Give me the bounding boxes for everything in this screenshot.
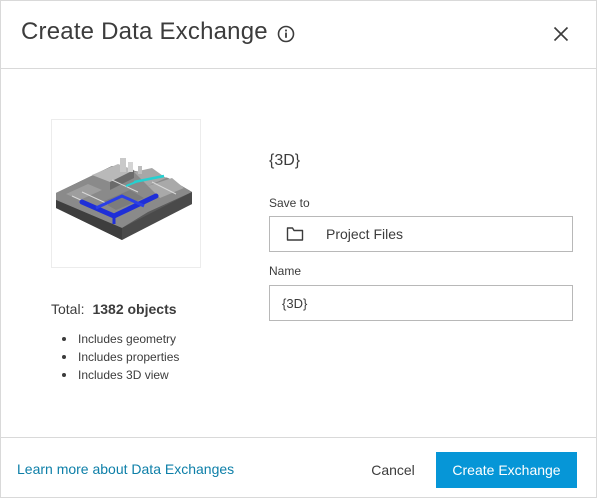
feature-item-geometry: Includes geometry (61, 330, 179, 348)
object-total: Total: 1382 objects (51, 301, 177, 317)
total-label: Total: (51, 301, 85, 317)
save-to-label: Save to (269, 196, 310, 210)
name-input[interactable] (269, 285, 573, 321)
dialog-header: Create Data Exchange (1, 1, 596, 69)
folder-icon (286, 227, 304, 241)
feature-item-3d-view: Includes 3D view (61, 366, 179, 384)
learn-more-link[interactable]: Learn more about Data Exchanges (17, 461, 234, 477)
total-count: 1382 objects (92, 301, 177, 317)
close-icon[interactable] (549, 22, 573, 46)
exchange-view-name: {3D} (269, 152, 301, 169)
dialog-title: Create Data Exchange (21, 18, 268, 45)
included-features-list: Includes geometry Includes properties In… (61, 330, 179, 384)
building-model-image (56, 158, 192, 240)
cancel-button[interactable]: Cancel (355, 452, 431, 488)
save-to-picker[interactable]: Project Files (269, 216, 573, 252)
model-preview-thumbnail (51, 119, 201, 268)
save-to-value: Project Files (326, 226, 404, 242)
dialog-footer: Learn more about Data Exchanges Cancel C… (1, 437, 596, 498)
create-data-exchange-dialog: Create Data Exchange Total: 1382 objects… (0, 0, 597, 498)
info-circle-icon[interactable] (277, 25, 295, 43)
create-exchange-button[interactable]: Create Exchange (436, 452, 577, 488)
feature-item-properties: Includes properties (61, 348, 179, 366)
name-label: Name (269, 264, 302, 278)
